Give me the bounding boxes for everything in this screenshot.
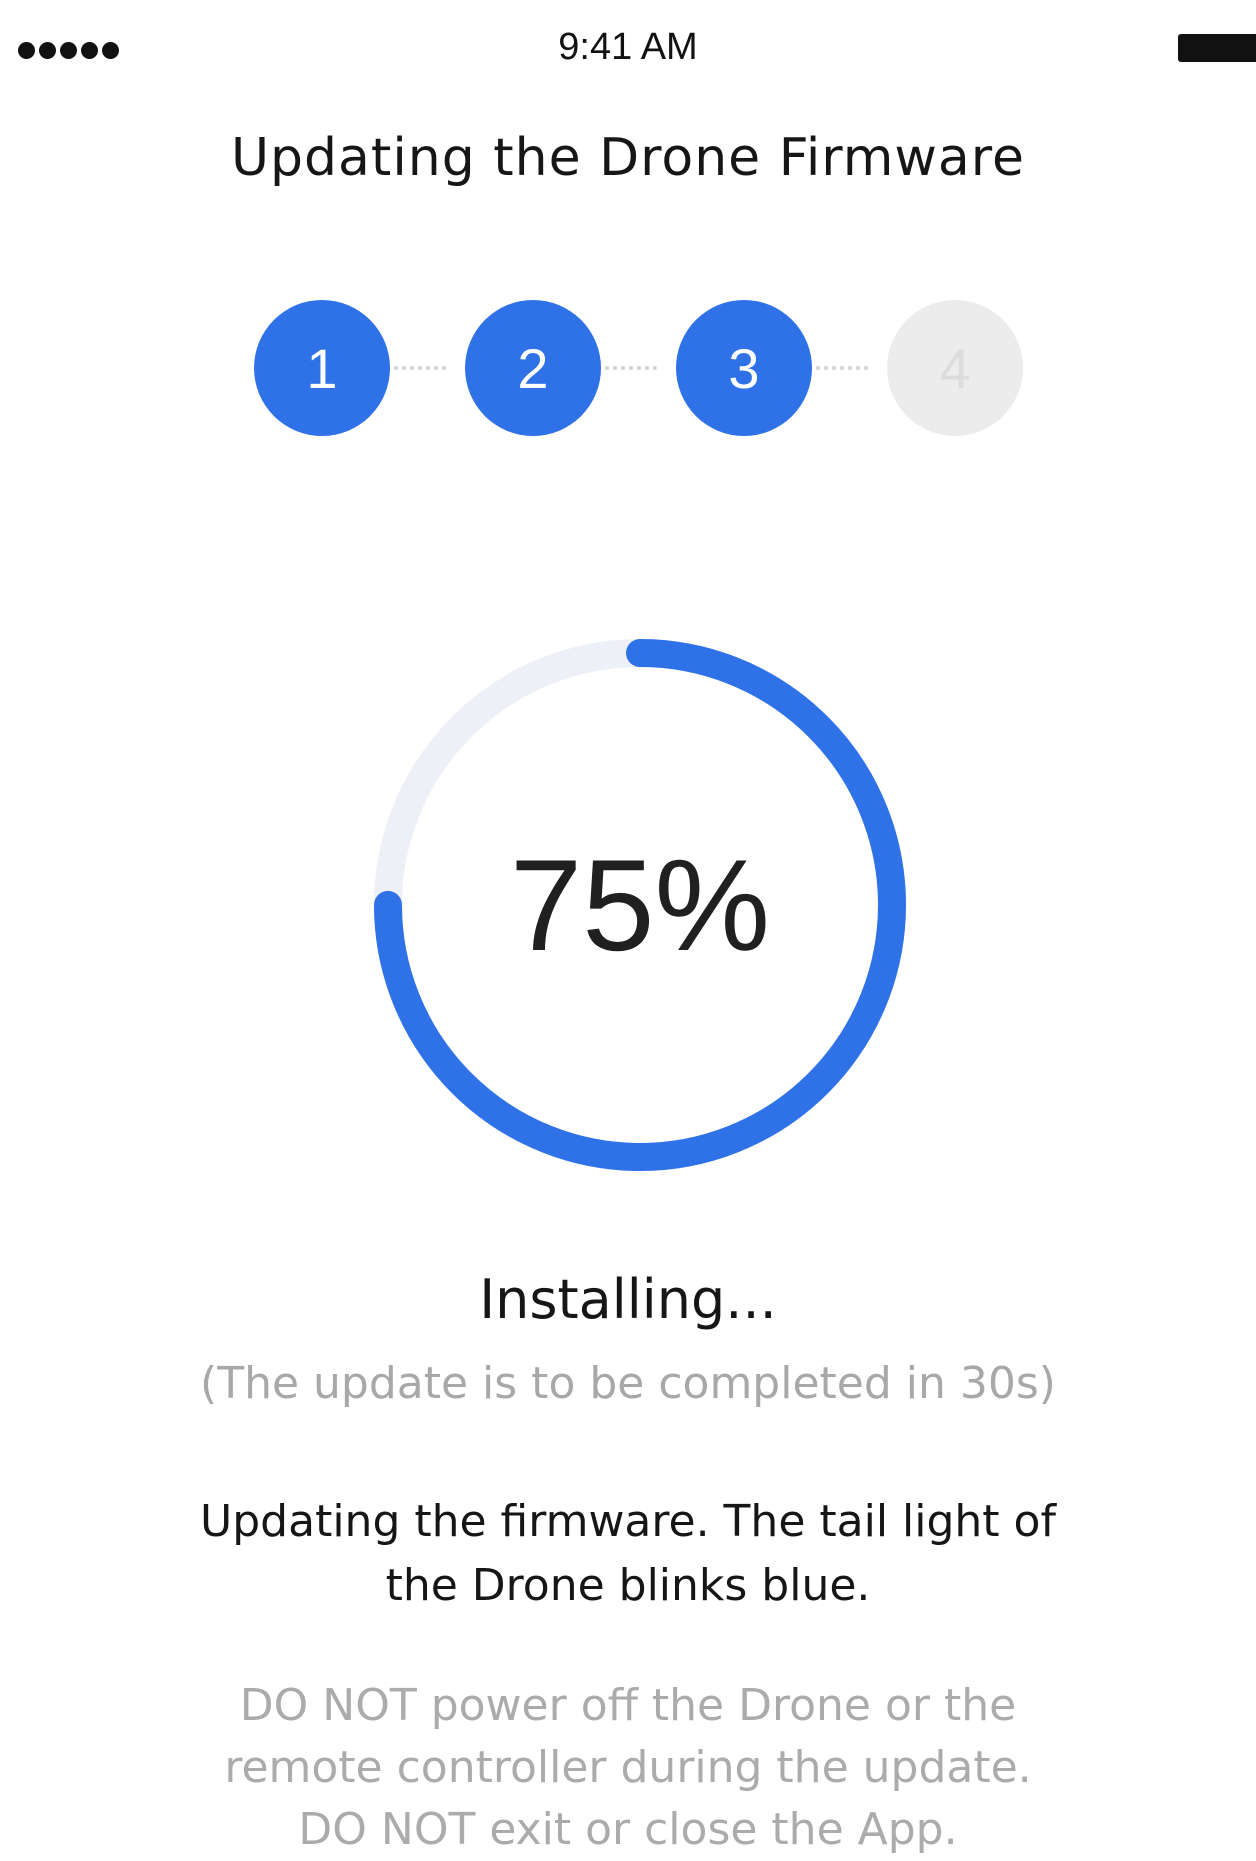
warning-line: DO NOT exit or close the App. [298,1804,958,1855]
status-time: 9:41 AM [558,26,698,68]
status-bar: 9:41 AM [0,0,1256,100]
step-3: 3 [676,300,812,436]
progress-percent: 75% [509,832,771,978]
step-indicator: 1 2 3 4 [0,300,1256,440]
step-1: 1 [254,300,390,436]
step-4: 4 [887,300,1023,436]
step-connector [816,366,868,370]
step-connector [394,366,446,370]
warning-line: remote controller during the update. [224,1742,1032,1793]
status-eta: (The update is to be completed in 30s) [200,1358,1056,1409]
page-title: Updating the Drone Firmware [230,128,1026,188]
update-description: Updating the firmware. The tail light of… [200,1496,1056,1611]
battery-icon [1178,34,1256,62]
step-2: 2 [465,300,601,436]
step-connector [605,366,657,370]
warning-line: DO NOT power off the Drone or the [239,1680,1017,1731]
update-warning: DO NOT power off the Drone or the remote… [170,1675,1086,1861]
status-heading: Installing... [479,1268,777,1331]
